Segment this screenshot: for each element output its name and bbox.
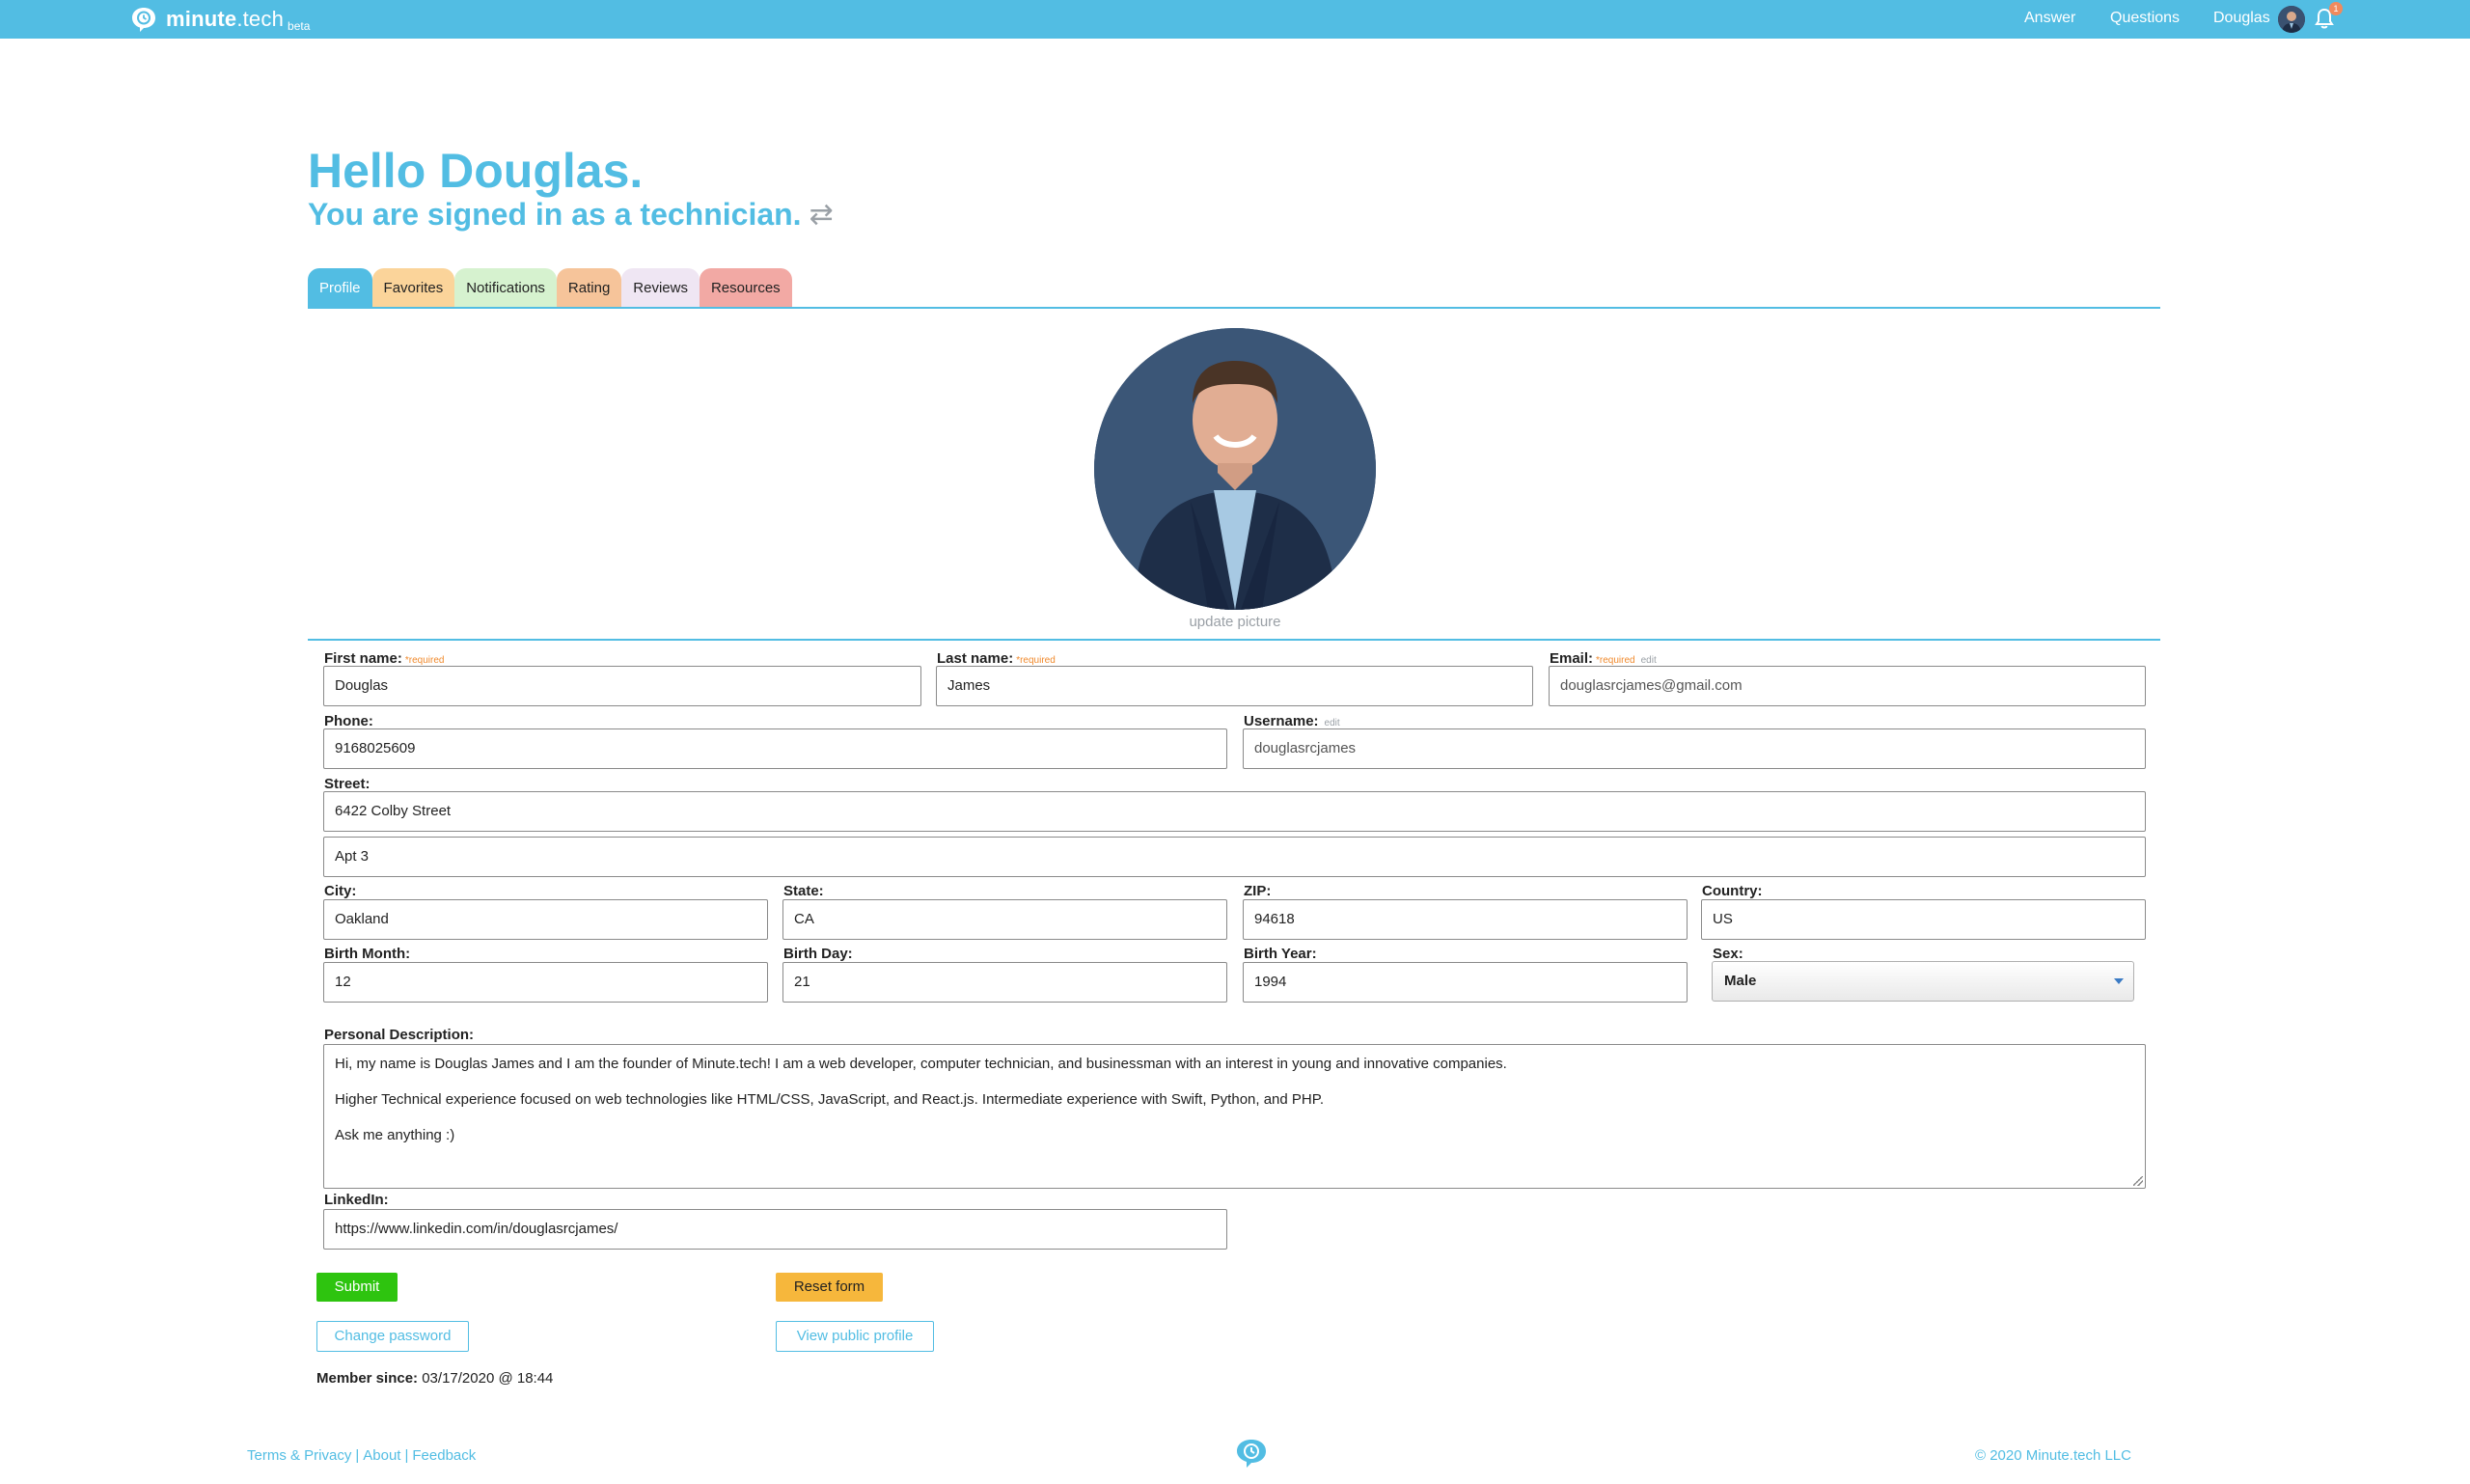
last-name-label: Last name: *required [937, 650, 1056, 667]
street-field[interactable]: 6422 Colby Street [323, 791, 2146, 832]
terms-privacy-link[interactable]: Terms & Privacy [247, 1447, 351, 1464]
view-public-profile-button[interactable]: View public profile [776, 1321, 934, 1352]
birth-day-field[interactable]: 21 [782, 962, 1227, 1003]
profile-tabs: Profile Favorites Notifications Rating R… [308, 268, 792, 307]
submit-button[interactable]: Submit [316, 1273, 398, 1302]
email-required: *required [1596, 655, 1635, 666]
username-label-text: Username: [1244, 713, 1319, 729]
tab-rating[interactable]: Rating [556, 268, 622, 307]
swap-role-icon[interactable]: ⇄ [810, 198, 834, 232]
sex-select-value: Male [1724, 973, 1757, 989]
about-link[interactable]: About [363, 1447, 400, 1464]
first-name-label: First name: *required [324, 650, 444, 667]
phone-field[interactable]: 9168025609 [323, 728, 1227, 769]
nav-answer-link[interactable]: Answer [2024, 10, 2075, 27]
notification-badge: 1 [2329, 2, 2343, 15]
footer-separator: | [404, 1447, 409, 1464]
username-edit-link[interactable]: edit [1325, 718, 1340, 728]
username-field[interactable]: douglasrcjames [1243, 728, 2146, 769]
brand-name-bold: minute [166, 7, 237, 31]
member-since: Member since: 03/17/2020 @ 18:44 [316, 1370, 553, 1387]
member-since-value: 03/17/2020 @ 18:44 [422, 1370, 554, 1387]
footer-logo-icon[interactable] [1234, 1438, 1269, 1469]
description-textarea[interactable]: Hi, my name is Douglas James and I am th… [323, 1044, 2146, 1189]
last-name-label-text: Last name: [937, 650, 1014, 667]
footer-links: Terms & Privacy | About | Feedback [247, 1447, 476, 1464]
signed-in-text: You are signed in as a technician. [308, 197, 802, 232]
tab-favorites[interactable]: Favorites [371, 268, 455, 307]
email-label-text: Email: [1550, 650, 1594, 667]
change-password-button[interactable]: Change password [316, 1321, 469, 1352]
brand-name-rest: .tech [236, 7, 285, 31]
last-name-field[interactable]: James [936, 666, 1533, 706]
phone-label: Phone: [324, 713, 373, 729]
nav-questions-link[interactable]: Questions [2110, 10, 2180, 27]
first-name-required: *required [404, 655, 445, 666]
email-label: Email: *required edit [1550, 650, 1657, 667]
avatar-person-icon [2278, 6, 2305, 33]
zip-field[interactable]: 94618 [1243, 899, 1688, 940]
brand-logo[interactable]: minute.tech beta [129, 4, 310, 35]
username-label: Username: edit [1244, 713, 1340, 729]
logo-bubble-icon [132, 8, 155, 32]
city-label: City: [324, 883, 357, 899]
member-since-label: Member since: [316, 1370, 419, 1387]
brand-name: minute.tech [166, 7, 284, 32]
state-label: State: [783, 883, 824, 899]
description-line: Higher Technical experience focused on w… [335, 1091, 1324, 1108]
sex-label: Sex: [1713, 946, 1743, 962]
profile-photo-icon [1094, 328, 1376, 610]
birth-day-label: Birth Day: [783, 946, 853, 962]
profile-picture[interactable] [1094, 328, 1376, 610]
form-divider [308, 639, 2160, 641]
linkedin-label: LinkedIn: [324, 1192, 389, 1208]
feedback-link[interactable]: Feedback [412, 1447, 476, 1464]
hello-heading: Hello Douglas. [308, 144, 644, 198]
signed-in-subheading: You are signed in as a technician. ⇄ [308, 197, 834, 233]
first-name-field[interactable]: Douglas [323, 666, 921, 706]
country-label: Country: [1702, 883, 1763, 899]
footer-separator: | [355, 1447, 360, 1464]
birth-month-label: Birth Month: [324, 946, 411, 962]
description-line: Hi, my name is Douglas James and I am th… [335, 1056, 1507, 1072]
first-name-label-text: First name: [324, 650, 402, 667]
chevron-down-icon [2114, 978, 2124, 984]
tab-profile[interactable]: Profile [308, 268, 372, 307]
birth-year-field[interactable]: 1994 [1243, 962, 1688, 1003]
state-field[interactable]: CA [782, 899, 1227, 940]
description-line: Ask me anything :) [335, 1127, 455, 1143]
birth-month-field[interactable]: 12 [323, 962, 768, 1003]
zip-label: ZIP: [1244, 883, 1272, 899]
tabs-divider [308, 307, 2160, 309]
linkedin-field[interactable]: https://www.linkedin.com/in/douglasrcjam… [323, 1209, 1227, 1250]
tab-resources[interactable]: Resources [699, 268, 792, 307]
street-label: Street: [324, 776, 370, 792]
user-avatar[interactable] [2278, 6, 2305, 33]
last-name-required: *required [1016, 655, 1056, 666]
country-field[interactable]: US [1701, 899, 2146, 940]
nav-user-link[interactable]: Douglas [2213, 10, 2270, 27]
resize-handle-icon[interactable] [2133, 1176, 2143, 1186]
email-edit-link[interactable]: edit [1641, 655, 1657, 666]
update-picture-link[interactable]: update picture [1139, 614, 1331, 630]
reset-form-button[interactable]: Reset form [776, 1273, 883, 1302]
copyright-text: © 2020 Minute.tech LLC [1975, 1447, 2131, 1464]
tab-reviews[interactable]: Reviews [621, 268, 700, 307]
sex-select[interactable]: Male [1712, 961, 2134, 1002]
birth-year-label: Birth Year: [1244, 946, 1317, 962]
description-label: Personal Description: [324, 1027, 475, 1043]
tab-notifications[interactable]: Notifications [454, 268, 557, 307]
top-navbar: minute.tech beta Answer Questions Dougla… [0, 0, 2470, 39]
street-line2-field[interactable]: Apt 3 [323, 837, 2146, 877]
city-field[interactable]: Oakland [323, 899, 768, 940]
email-field[interactable]: douglasrcjames@gmail.com [1549, 666, 2146, 706]
beta-label: beta [288, 19, 311, 33]
